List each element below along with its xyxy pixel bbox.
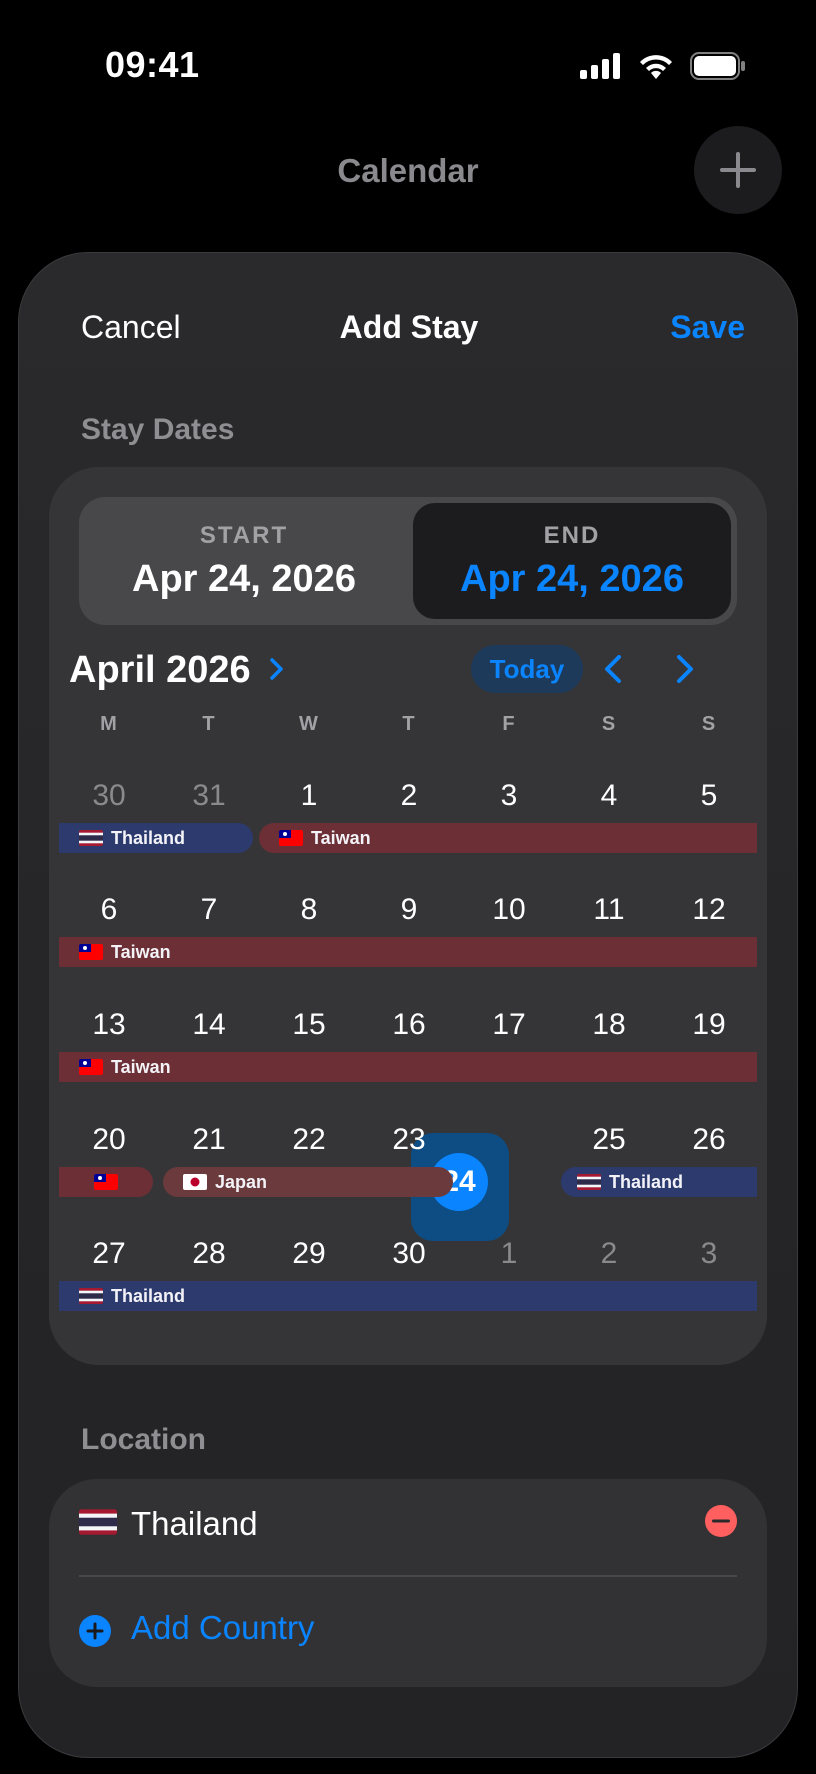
thailand-flag-icon bbox=[79, 1288, 103, 1304]
stay-bar-japan[interactable]: Japan bbox=[163, 1167, 453, 1197]
stay-bar-thailand[interactable]: Thailand bbox=[59, 1281, 757, 1311]
calendar-day[interactable]: 25 bbox=[559, 1123, 659, 1157]
location-label: Location bbox=[81, 1423, 206, 1456]
calendar-day[interactable]: 11 bbox=[559, 893, 659, 927]
calendar-day[interactable]: 3 bbox=[659, 1237, 759, 1271]
add-stay-sheet: Add Stay Cancel Save Stay Dates START Ap… bbox=[18, 252, 798, 1758]
calendar-day[interactable]: 3 bbox=[459, 779, 559, 813]
location-card: Thailand Add Country bbox=[49, 1479, 767, 1687]
add-stay-button[interactable] bbox=[694, 126, 782, 214]
location-country: Thailand bbox=[131, 1505, 258, 1542]
stay-bar-label: Taiwan bbox=[111, 1056, 171, 1077]
weekday-label: M bbox=[100, 713, 118, 735]
add-country-icon[interactable] bbox=[79, 1615, 111, 1647]
plus-icon bbox=[720, 152, 756, 188]
stay-dates-label: Stay Dates bbox=[81, 413, 235, 446]
end-date-button[interactable]: END Apr 24, 2026 bbox=[413, 497, 731, 625]
calendar-day[interactable]: 20 bbox=[59, 1123, 159, 1157]
calendar-day[interactable]: 28 bbox=[159, 1237, 259, 1271]
calendar-day[interactable]: 9 bbox=[359, 893, 459, 927]
save-button[interactable]: Save bbox=[670, 309, 745, 346]
status-icons bbox=[580, 48, 746, 84]
calendar-day[interactable]: 7 bbox=[159, 893, 259, 927]
stay-bar-thailand[interactable]: Thailand bbox=[561, 1167, 757, 1197]
start-date-value: Apr 24, 2026 bbox=[132, 557, 356, 600]
calendar-day[interactable]: 17 bbox=[459, 1008, 559, 1042]
chevron-right-icon[interactable] bbox=[265, 651, 289, 687]
month-title[interactable]: April 2026 bbox=[69, 649, 251, 692]
stay-bar-label: Taiwan bbox=[111, 941, 171, 962]
thailand-flag-icon bbox=[577, 1174, 601, 1190]
weekday-label: W bbox=[299, 713, 319, 735]
calendar-card: START Apr 24, 2026 END Apr 24, 2026 Apri… bbox=[49, 467, 767, 1365]
wifi-icon bbox=[640, 55, 672, 79]
calendar-day[interactable]: 10 bbox=[459, 893, 559, 927]
calendar-day[interactable]: 4 bbox=[559, 779, 659, 813]
minus-icon bbox=[712, 1519, 730, 1523]
divider bbox=[79, 1575, 737, 1577]
taiwan-flag-icon bbox=[279, 830, 303, 846]
calendar-day[interactable]: 6 bbox=[59, 893, 159, 927]
plus-icon bbox=[86, 1622, 104, 1640]
today-button[interactable]: Today bbox=[471, 645, 583, 693]
calendar-day[interactable]: 5 bbox=[659, 779, 759, 813]
stay-bar-label: Thailand bbox=[111, 827, 186, 848]
start-caption: START bbox=[199, 521, 289, 549]
thailand-flag-icon bbox=[79, 830, 103, 846]
calendar-day[interactable]: 22 bbox=[259, 1123, 359, 1157]
taiwan-flag-icon bbox=[79, 944, 103, 960]
battery-icon bbox=[690, 52, 745, 80]
stay-bar-taiwan[interactable]: Taiwan bbox=[259, 823, 757, 853]
start-date-button[interactable]: START Apr 24, 2026 bbox=[79, 497, 409, 625]
add-country-button[interactable]: Add Country bbox=[131, 1609, 314, 1647]
japan-flag-icon bbox=[183, 1174, 207, 1190]
calendar-day[interactable]: 29 bbox=[259, 1237, 359, 1271]
weekday-label: F bbox=[502, 713, 516, 735]
calendar-day[interactable]: 18 bbox=[559, 1008, 659, 1042]
calendar-day[interactable]: 19 bbox=[659, 1008, 759, 1042]
stay-bar-label: Thailand bbox=[609, 1171, 684, 1192]
cancel-button[interactable]: Cancel bbox=[81, 309, 181, 346]
calendar-day[interactable]: 23 bbox=[359, 1123, 459, 1157]
calendar-day[interactable]: 2 bbox=[559, 1237, 659, 1271]
status-time: 09:41 bbox=[105, 44, 200, 85]
calendar-day[interactable]: 15 bbox=[259, 1008, 359, 1042]
stay-bar-thailand[interactable]: Thailand bbox=[59, 823, 253, 853]
signal-icon bbox=[580, 53, 620, 79]
calendar-day[interactable]: 1 bbox=[259, 779, 359, 813]
calendar-day[interactable]: 2 bbox=[359, 779, 459, 813]
month-header: April 2026 Today bbox=[69, 645, 747, 695]
weekday-label: S bbox=[601, 713, 617, 735]
calendar-day[interactable]: 31 bbox=[159, 779, 259, 813]
chevron-left-icon[interactable] bbox=[597, 651, 633, 687]
weekday-label: T bbox=[202, 713, 216, 735]
stay-bar-taiwan[interactable]: Taiwan bbox=[59, 937, 757, 967]
thailand-flag-icon bbox=[79, 1509, 117, 1535]
stay-bar-label: Japan bbox=[215, 1171, 268, 1192]
calendar-day[interactable]: 12 bbox=[659, 893, 759, 927]
end-date-value: Apr 24, 2026 bbox=[460, 557, 684, 600]
stay-bar-taiwan[interactable]: Taiwan bbox=[59, 1052, 757, 1082]
end-caption: END bbox=[543, 521, 601, 549]
calendar-day[interactable]: 14 bbox=[159, 1008, 259, 1042]
calendar-day[interactable]: 1 bbox=[459, 1237, 559, 1271]
chevron-right-icon[interactable] bbox=[665, 651, 701, 687]
calendar-day[interactable]: 30 bbox=[359, 1237, 459, 1271]
weekday-label: S bbox=[701, 713, 717, 735]
stay-bar-taiwan[interactable] bbox=[59, 1167, 153, 1197]
calendar-day[interactable]: 26 bbox=[659, 1123, 759, 1157]
remove-country-button[interactable] bbox=[705, 1505, 737, 1537]
calendar-day[interactable]: 30 bbox=[59, 779, 159, 813]
weekday-label: T bbox=[402, 713, 416, 735]
taiwan-flag-icon bbox=[94, 1174, 118, 1190]
calendar-day[interactable]: 13 bbox=[59, 1008, 159, 1042]
calendar-day[interactable]: 21 bbox=[159, 1123, 259, 1157]
stay-bar-label: Thailand bbox=[111, 1285, 186, 1306]
taiwan-flag-icon bbox=[79, 1059, 103, 1075]
calendar-day[interactable]: 8 bbox=[259, 893, 359, 927]
stay-bar-label: Taiwan bbox=[311, 827, 371, 848]
calendar-day[interactable]: 27 bbox=[59, 1237, 159, 1271]
calendar-day[interactable]: 16 bbox=[359, 1008, 459, 1042]
date-range-selector: START Apr 24, 2026 END Apr 24, 2026 bbox=[79, 497, 737, 625]
